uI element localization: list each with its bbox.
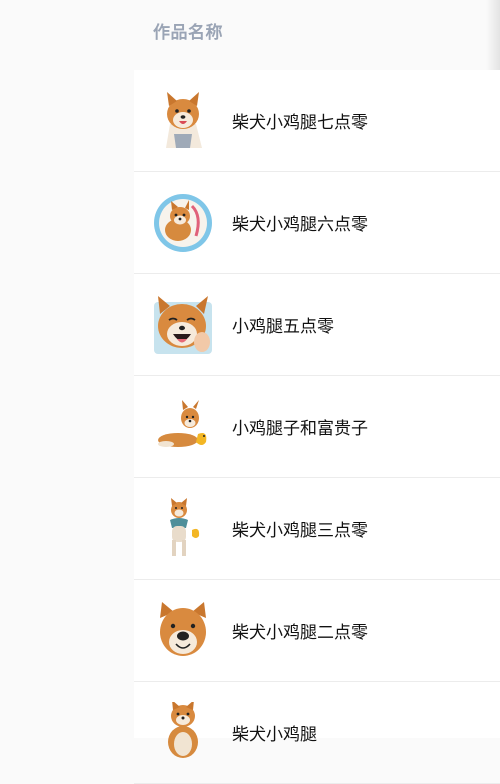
work-row[interactable]: 柴犬小鸡腿二点零 <box>134 580 500 682</box>
work-title: 柴犬小鸡腿六点零 <box>232 215 368 235</box>
work-title: 柴犬小鸡腿 <box>232 725 317 745</box>
work-row[interactable]: 柴犬小鸡腿七点零 <box>134 70 500 172</box>
list-header: 作品名称 <box>134 0 500 70</box>
left-gutter <box>0 0 134 738</box>
shiba-standing-with-chick-sticker-thumbnail <box>152 498 214 560</box>
works-list: 柴犬小鸡腿七点零 柴犬小鸡腿六点零 小鸡腿五点零 小鸡腿子和富贵子 柴犬小鸡腿三… <box>134 70 500 784</box>
shiba-face-closeup-sticker-thumbnail <box>152 600 214 662</box>
edge-shadow <box>486 0 500 70</box>
work-title: 柴犬小鸡腿七点零 <box>232 113 368 133</box>
shiba-lying-with-chick-sticker-thumbnail <box>152 396 214 458</box>
column-title: 作品名称 <box>153 23 223 43</box>
shiba-round-badge-sticker-thumbnail <box>152 192 214 254</box>
work-row[interactable]: 柴犬小鸡腿 <box>134 682 500 784</box>
work-title: 小鸡腿五点零 <box>232 317 334 337</box>
shiba-laughing-sticker-thumbnail <box>152 294 214 356</box>
work-row[interactable]: 柴犬小鸡腿三点零 <box>134 478 500 580</box>
work-title: 小鸡腿子和富贵子 <box>232 419 368 439</box>
work-row[interactable]: 柴犬小鸡腿六点零 <box>134 172 500 274</box>
work-row[interactable]: 小鸡腿子和富贵子 <box>134 376 500 478</box>
shiba-sitting-sticker-thumbnail <box>152 702 214 764</box>
work-row[interactable]: 小鸡腿五点零 <box>134 274 500 376</box>
work-title: 柴犬小鸡腿二点零 <box>232 623 368 643</box>
work-title: 柴犬小鸡腿三点零 <box>232 521 368 541</box>
shiba-smiling-sticker-thumbnail <box>152 90 214 152</box>
